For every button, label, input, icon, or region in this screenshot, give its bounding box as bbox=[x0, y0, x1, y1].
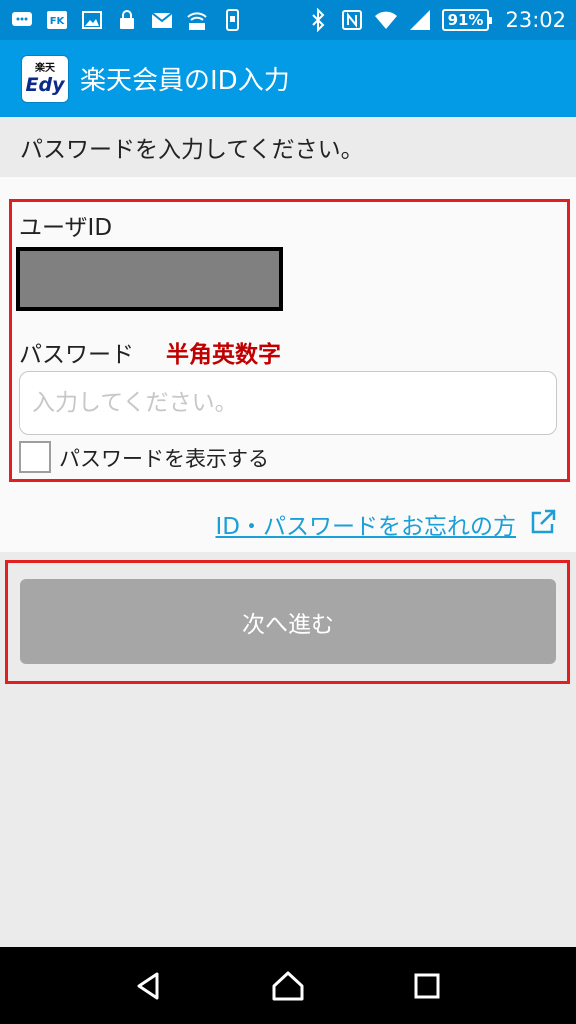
phone-icon bbox=[220, 8, 244, 32]
status-bar: FK 91% 23:02 bbox=[0, 0, 576, 40]
lock-icon bbox=[115, 8, 139, 32]
rakuten-edy-logo: 楽天 Edy bbox=[22, 55, 68, 102]
show-password-label[interactable]: パスワードを表示する bbox=[59, 443, 269, 473]
next-button[interactable]: 次へ進む bbox=[20, 579, 556, 664]
wifi-transfer-icon bbox=[185, 8, 209, 32]
app-bar: 楽天 Edy 楽天会員のID入力 bbox=[0, 40, 576, 117]
back-icon[interactable] bbox=[127, 964, 171, 1008]
recent-apps-icon[interactable] bbox=[405, 964, 449, 1008]
battery-indicator: 91% bbox=[441, 9, 493, 31]
user-id-masked-field[interactable] bbox=[16, 247, 283, 311]
status-bar-system: 91% 23:02 bbox=[306, 8, 566, 32]
main-content: ユーザID パスワード 半角英数字 パスワードを表示する ID・パスワードをお忘… bbox=[0, 177, 576, 947]
user-id-label: ユーザID bbox=[19, 215, 113, 241]
login-form: ユーザID パスワード 半角英数字 パスワードを表示する ID・パスワードをお忘… bbox=[0, 177, 576, 552]
password-input[interactable] bbox=[19, 371, 557, 435]
password-format-note: 半角英数字 bbox=[166, 342, 281, 368]
instruction-text: パスワードを入力してください。 bbox=[20, 137, 364, 163]
password-label: パスワード bbox=[19, 342, 134, 368]
forgot-id-password-link[interactable]: ID・パスワードをお忘れの方 bbox=[216, 507, 517, 541]
svg-text:FK: FK bbox=[50, 16, 66, 27]
external-link-icon[interactable] bbox=[528, 507, 558, 537]
mail-icon bbox=[150, 8, 174, 32]
wifi-icon bbox=[374, 8, 398, 32]
instruction-area: パスワードを入力してください。 bbox=[0, 117, 576, 177]
logo-top-text: 楽天 bbox=[35, 62, 55, 74]
bluetooth-icon bbox=[306, 8, 330, 32]
logo-bottom-text: Edy bbox=[25, 73, 65, 96]
show-password-checkbox[interactable] bbox=[19, 441, 51, 473]
message-icon bbox=[10, 8, 34, 32]
nfc-icon bbox=[340, 8, 364, 32]
image-icon bbox=[80, 8, 104, 32]
clock: 23:02 bbox=[505, 8, 566, 32]
fk-icon: FK bbox=[45, 8, 69, 32]
page-title: 楽天会員のID入力 bbox=[80, 66, 290, 96]
navigation-bar bbox=[0, 947, 576, 1024]
status-bar-notifications: FK bbox=[10, 8, 244, 32]
signal-icon bbox=[408, 8, 432, 32]
home-icon[interactable] bbox=[266, 964, 310, 1008]
